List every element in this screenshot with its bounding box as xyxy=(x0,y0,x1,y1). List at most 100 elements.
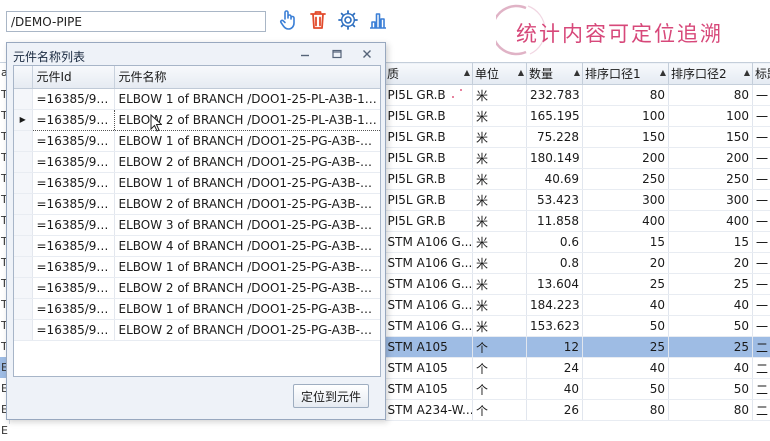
table-cell: 250 xyxy=(669,169,753,190)
table-cell: 二 、 xyxy=(753,358,770,379)
bar-chart-icon[interactable] xyxy=(366,8,390,32)
gear-refresh-icon[interactable] xyxy=(336,8,360,32)
table-cell: 米 xyxy=(473,211,527,232)
watermark-text: 统计内容可定位追溯 xyxy=(516,18,723,48)
list-item[interactable]: =16385/96...ELBOW 4 of BRANCH /DOO1-25-P… xyxy=(14,235,381,256)
table-cell: 一 、 xyxy=(753,274,770,295)
component-id-cell: =16385/99... xyxy=(32,319,114,340)
component-name-cell: ELBOW 2 of BRANCH /DOO1-25-PG-A3B-136... xyxy=(114,319,381,340)
list-item[interactable]: =16385/97...ELBOW 2 of BRANCH /DOO1-25-P… xyxy=(14,277,381,298)
column-header-sort-diameter-2[interactable]: 排序口径2▲ xyxy=(669,63,753,85)
table-row[interactable]: PI5L GR.B米53.423300300一 、 xyxy=(385,190,770,211)
background-table: 质▲ 单位▲ 数量▲ 排序口径1▲ 排序口径2▲ 标题 PI5L GR.B米23… xyxy=(384,62,770,421)
table-cell: 25 xyxy=(669,274,753,295)
table-cell: STM A105 xyxy=(385,358,473,379)
list-item[interactable]: =16385/96...ELBOW 3 of BRANCH /DOO1-25-P… xyxy=(14,214,381,235)
locate-component-button[interactable]: 定位到元件 xyxy=(293,384,369,408)
component-name-cell: ELBOW 1 of BRANCH /DOO1-25-PG-A3B-124... xyxy=(114,172,381,193)
table-cell: 250 xyxy=(583,169,669,190)
row-indicator-header xyxy=(14,66,32,88)
table-cell: 50 xyxy=(669,379,753,400)
table-cell: 一 、 xyxy=(753,85,770,106)
row-indicator xyxy=(14,193,32,214)
table-cell: STM A106 G... xyxy=(385,316,473,337)
list-item[interactable]: =16385/96...ELBOW 1 of BRANCH /DOO1-25-P… xyxy=(14,172,381,193)
table-cell: 一 、 xyxy=(753,211,770,232)
table-cell: STM A106 G... xyxy=(385,232,473,253)
table-cell: 165.195 xyxy=(527,106,583,127)
column-header-component-id[interactable]: 元件Id xyxy=(32,66,114,88)
column-header-quantity[interactable]: 数量▲ xyxy=(527,63,583,85)
background-row-stub: E xyxy=(0,420,9,441)
table-row[interactable]: STM A105个244040二 、 xyxy=(385,358,770,379)
component-table: 元件Id 元件名称 =16385/94...ELBOW 1 of BRANCH … xyxy=(14,66,381,341)
table-row[interactable]: STM A234-W...个268080二 、 xyxy=(385,400,770,421)
table-cell: 一 、 xyxy=(753,127,770,148)
table-cell: 100 xyxy=(583,106,669,127)
list-item[interactable]: =16385/94...ELBOW 1 of BRANCH /DOO1-25-P… xyxy=(14,88,381,109)
table-cell: 400 xyxy=(583,211,669,232)
list-item[interactable]: =16385/95...ELBOW 2 of BRANCH /DOO1-25-P… xyxy=(14,151,381,172)
table-cell: 300 xyxy=(669,190,753,211)
column-header-material[interactable]: 质▲ xyxy=(385,63,473,85)
close-icon[interactable] xyxy=(359,46,375,62)
component-name-cell: ELBOW 2 of BRANCH /DOO1-25-PG-A3B-125... xyxy=(114,277,381,298)
table-row[interactable]: STM A105个122525二 、 xyxy=(385,337,770,358)
hand-pointer-icon[interactable] xyxy=(276,8,300,32)
table-cell: 二 、 xyxy=(753,337,770,358)
table-row[interactable]: STM A106 G...米0.82020一 、 xyxy=(385,253,770,274)
table-cell: 米 xyxy=(473,85,527,106)
list-item[interactable]: =16385/97...ELBOW 1 of BRANCH /DOO1-25-P… xyxy=(14,256,381,277)
column-header-title[interactable]: 标题 xyxy=(753,63,770,85)
table-cell: 150 xyxy=(583,127,669,148)
table-row[interactable]: STM A106 G...米153.6235050一 、 xyxy=(385,316,770,337)
column-header-sort-diameter-1[interactable]: 排序口径1▲ xyxy=(583,63,669,85)
table-row[interactable]: PI5L GR.B米165.195100100一 、 xyxy=(385,106,770,127)
table-cell: 40 xyxy=(669,358,753,379)
column-header-component-name[interactable]: 元件名称 xyxy=(114,66,381,88)
list-item[interactable]: =16385/96...ELBOW 2 of BRANCH /DOO1-25-P… xyxy=(14,193,381,214)
table-cell: PI5L GR.B xyxy=(385,85,473,106)
table-cell: 11.858 xyxy=(527,211,583,232)
table-cell: 200 xyxy=(669,148,753,169)
list-item[interactable]: =16385/99...ELBOW 2 of BRANCH /DOO1-25-P… xyxy=(14,319,381,340)
table-cell: 一 、 xyxy=(753,253,770,274)
table-row[interactable]: STM A106 G...米184.2234040一 、 xyxy=(385,295,770,316)
table-cell: 40 xyxy=(583,358,669,379)
component-id-cell: =16385/95... xyxy=(32,130,114,151)
component-id-cell: =16385/97... xyxy=(32,256,114,277)
table-cell: PI5L GR.B xyxy=(385,148,473,169)
table-row[interactable]: PI5L GR.B米40.69250250一 、 xyxy=(385,169,770,190)
maximize-icon[interactable] xyxy=(329,46,345,62)
table-row[interactable]: PI5L GR.B米11.858400400一 、 xyxy=(385,211,770,232)
table-row[interactable]: PI5L GR.B米75.228150150一 、 xyxy=(385,127,770,148)
table-row[interactable]: STM A106 G...米0.61515一 、 xyxy=(385,232,770,253)
table-cell: 15 xyxy=(669,232,753,253)
table-cell: 米 xyxy=(473,232,527,253)
trace-watermark: 统计内容可定位追溯 xyxy=(496,4,770,56)
minimize-icon[interactable] xyxy=(297,46,313,62)
list-item[interactable]: =16385/95...ELBOW 1 of BRANCH /DOO1-25-P… xyxy=(14,130,381,151)
component-id-cell: =16385/96... xyxy=(32,172,114,193)
dialog-title: 元件名称列表 xyxy=(13,48,85,65)
table-row[interactable]: STM A105个405050二 、 xyxy=(385,379,770,400)
component-id-cell: =16385/96... xyxy=(32,193,114,214)
row-indicator: ▶ xyxy=(14,109,32,130)
table-cell: 100 xyxy=(669,106,753,127)
table-row[interactable]: PI5L GR.B米232.7838080一 、 xyxy=(385,85,770,106)
table-row[interactable]: STM A106 G...米13.6042525一 、 xyxy=(385,274,770,295)
list-item[interactable]: =16385/99...ELBOW 1 of BRANCH /DOO1-25-P… xyxy=(14,298,381,319)
table-cell: 0.8 xyxy=(527,253,583,274)
column-header-unit[interactable]: 单位▲ xyxy=(473,63,527,85)
table-cell: 40.69 xyxy=(527,169,583,190)
trash-icon[interactable] xyxy=(306,8,330,32)
table-cell: 153.623 xyxy=(527,316,583,337)
list-item[interactable]: ▶=16385/94...ELBOW 2 of BRANCH /DOO1-25-… xyxy=(14,109,381,130)
table-cell: 一 、 xyxy=(753,295,770,316)
component-list[interactable]: 元件Id 元件名称 =16385/94...ELBOW 1 of BRANCH … xyxy=(13,65,381,377)
table-cell: 二 、 xyxy=(753,379,770,400)
table-cell: STM A234-W... xyxy=(385,400,473,421)
table-row[interactable]: PI5L GR.B米180.149200200一 、 xyxy=(385,148,770,169)
component-id-cell: =16385/96... xyxy=(32,214,114,235)
path-input[interactable] xyxy=(6,11,266,32)
